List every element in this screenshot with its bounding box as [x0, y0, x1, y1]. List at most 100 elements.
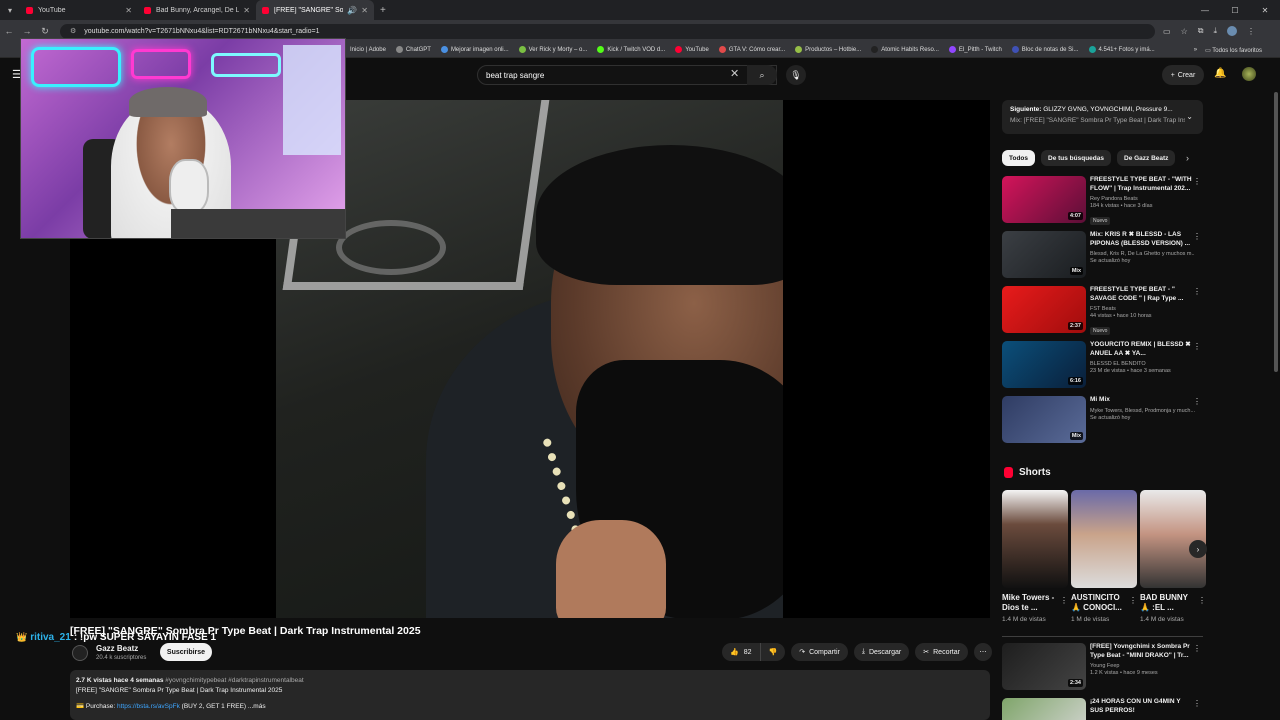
shorts-next-button[interactable]: › — [1189, 540, 1207, 558]
more-vertical-icon[interactable]: ⋮ — [1193, 177, 1201, 186]
bookmark-item[interactable]: 4.541+ Fotos y imá... — [1088, 46, 1155, 53]
list-item[interactable]: 4:07 FREESTYLE TYPE BEAT - "WITH FLOW" |… — [1002, 175, 1207, 228]
more-vertical-icon[interactable]: ⋮ — [1193, 699, 1201, 708]
channel-avatar[interactable] — [72, 645, 88, 661]
channel-name[interactable]: Gazz Beatz — [96, 644, 138, 653]
reload-icon[interactable]: ↻ — [36, 26, 54, 37]
browser-tab-active[interactable]: [FREE] "SANGRE" Sombra P 🔊 ✕ — [256, 0, 374, 20]
speaker-icon[interactable]: 🔊 — [347, 6, 357, 15]
bookmark-item[interactable]: Ver Rick y Morty – o... — [518, 46, 587, 53]
thumbs-up-icon: 👍 — [730, 649, 739, 656]
chip-channel[interactable]: De Gazz Beatz — [1117, 150, 1176, 166]
more-vertical-icon[interactable]: ⋮ — [1193, 232, 1201, 241]
purchase-label: Purchase: — [85, 703, 116, 710]
maximize-icon[interactable]: ☐ — [1220, 0, 1250, 20]
cast-icon[interactable]: ▭ — [1163, 27, 1171, 36]
chevron-right-icon[interactable]: › — [1186, 153, 1189, 163]
close-window-icon[interactable]: ✕ — [1250, 0, 1280, 20]
hashtags[interactable]: #yovngchimitypebeat #darktrapinstrumenta… — [165, 677, 303, 684]
bookmark-star-icon[interactable]: ☆ — [1181, 27, 1188, 36]
list-item[interactable]: 2:37 FREESTYLE TYPE BEAT - " SAVAGE CODE… — [1002, 285, 1207, 338]
video-thumbnail[interactable]: Mix — [1002, 231, 1086, 278]
more-bookmarks-icon[interactable]: » — [1194, 47, 1197, 53]
list-item[interactable]: 2:34 [FREE] Yovngchimi x Sombra Pr Type … — [1002, 642, 1207, 695]
bookmark-item[interactable]: Kick / Twitch VOD d... — [597, 46, 665, 53]
more-vertical-icon[interactable]: ⋮ — [1193, 287, 1201, 296]
extensions-icon[interactable]: ⧉ — [1198, 26, 1204, 36]
profile-avatar[interactable] — [1227, 26, 1237, 36]
tab-search-icon[interactable]: ▾ — [0, 0, 20, 20]
short-thumbnail[interactable] — [1071, 490, 1137, 588]
video-thumbnail[interactable]: 6:16 — [1002, 341, 1086, 388]
close-tab-icon[interactable]: ✕ — [361, 6, 368, 15]
more-vertical-icon[interactable]: ⋮ — [1060, 596, 1068, 605]
short-item[interactable]: AUSTINCITO 🙏 CONOCI... 1 M de vistas ⋮ — [1071, 490, 1137, 623]
bookmark-item[interactable]: Productos – Hotbie... — [795, 46, 861, 53]
bookmark-favicon-icon — [518, 46, 526, 53]
more-vertical-icon[interactable]: ⋮ — [1198, 596, 1206, 605]
notifications-bell-icon[interactable]: 🔔 — [1214, 68, 1226, 79]
browser-menu-icon[interactable]: ⋮ — [1247, 27, 1255, 36]
browser-tab[interactable]: YouTube ✕ — [20, 0, 138, 20]
url-text: youtube.com/watch?v=T2671bNNxu4&list=RDT… — [84, 27, 320, 35]
bookmark-item[interactable]: Atomic Habits Reso... — [871, 46, 939, 53]
minimize-icon[interactable]: — — [1190, 0, 1220, 20]
list-item[interactable]: Mix Mi Mix Myke Towers, Blessd, Prodmonj… — [1002, 395, 1207, 448]
more-actions-button[interactable]: ⋯ — [973, 643, 992, 661]
chip-searches[interactable]: De tus búsquedas — [1041, 150, 1111, 166]
url-field[interactable]: ⚙ youtube.com/watch?v=T2671bNNxu4&list=R… — [60, 23, 1155, 39]
browser-tab[interactable]: Bad Bunny, Arcangel, De La Gh... ✕ — [138, 0, 256, 20]
chip-all[interactable]: Todos — [1002, 150, 1036, 166]
account-avatar[interactable] — [1242, 67, 1256, 81]
description-box[interactable]: 2.7 K vistas hace 4 semanas #yovngchimit… — [70, 670, 990, 720]
bookmark-item[interactable]: Inicio | Adobe — [350, 47, 386, 53]
more-vertical-icon[interactable]: ⋮ — [1129, 596, 1137, 605]
site-info-icon[interactable]: ⚙ — [70, 27, 76, 35]
more-vertical-icon[interactable]: ⋮ — [1193, 397, 1201, 406]
more-vertical-icon[interactable]: ⋮ — [1193, 342, 1201, 351]
bookmark-item[interactable]: Bloc de notas de Si... — [1011, 46, 1079, 53]
video-thumbnail[interactable]: Mix — [1002, 396, 1086, 443]
search-button[interactable]: ⌕ — [747, 65, 777, 85]
downloads-icon[interactable]: ⤓ — [1213, 26, 1217, 36]
video-thumbnail[interactable] — [1002, 698, 1086, 720]
like-button[interactable]: 👍 82 — [722, 643, 761, 661]
more-horizontal-icon: ⋯ — [979, 649, 987, 656]
list-item[interactable]: Mix Mix: KRIS R ✖ BLESSD - LAS PIPONAS (… — [1002, 230, 1207, 283]
all-bookmarks-folder[interactable]: ▭ Todos los favoritos — [1205, 47, 1262, 54]
dislike-button[interactable]: 👎 — [761, 643, 786, 661]
short-thumbnail[interactable] — [1140, 490, 1206, 588]
up-next-panel[interactable]: Siguiente: GLIZZY GVNG, YOVNGCHIMI, Pres… — [1002, 100, 1203, 134]
back-icon[interactable]: ← — [0, 26, 18, 36]
list-item[interactable]: ¡24 HORAS CON UN G4MIN Y SUS PERROS! ⋮ — [1002, 697, 1207, 720]
video-thumbnail[interactable]: 2:34 — [1002, 643, 1086, 690]
clip-button[interactable]: ✂ Recortar — [915, 643, 968, 661]
forward-icon[interactable]: → — [18, 26, 36, 36]
short-item[interactable]: Mike Towers - Dios te ... 1.4 M de vista… — [1002, 490, 1068, 623]
bookmark-item[interactable]: YouTube — [675, 46, 709, 53]
bookmark-item[interactable]: El_Pitth - Twitch — [948, 46, 1002, 53]
chevron-down-icon[interactable]: ⌄ — [1186, 112, 1193, 121]
voice-search-button[interactable]: 🎙 — [786, 65, 806, 85]
close-tab-icon[interactable]: ✕ — [243, 6, 250, 15]
bookmark-item[interactable]: ChatGPT — [395, 46, 431, 53]
description-more[interactable]: (BUY 2, GET 1 FREE) ...más — [182, 703, 266, 710]
page-scrollbar[interactable] — [1274, 92, 1278, 372]
clear-search-icon[interactable]: ✕ — [730, 67, 739, 80]
search-query-text: beat trap sangre — [486, 70, 545, 80]
more-vertical-icon[interactable]: ⋮ — [1193, 644, 1201, 653]
bookmark-item[interactable]: GTA V: Cómo crear... — [718, 46, 785, 53]
bookmark-item[interactable]: Mejorar imagen onli... — [440, 46, 509, 53]
purchase-link[interactable]: https://bsta.rs/avSpFk — [117, 703, 180, 710]
create-button[interactable]: + Crear — [1162, 65, 1204, 85]
video-thumbnail[interactable]: 4:07 — [1002, 176, 1086, 223]
short-thumbnail[interactable] — [1002, 490, 1068, 588]
video-thumbnail[interactable]: 2:37 — [1002, 286, 1086, 333]
close-tab-icon[interactable]: ✕ — [125, 6, 132, 15]
download-button[interactable]: ⤓ Descargar — [853, 643, 910, 661]
new-tab-icon[interactable]: + — [380, 5, 386, 16]
share-button[interactable]: ↷ Compartir — [791, 643, 848, 661]
list-item[interactable]: 6:16 YOGURCITO REMIX | BLESSD ✖ ANUEL AA… — [1002, 340, 1207, 393]
tab-title: YouTube — [38, 6, 66, 14]
subscribe-button[interactable]: Suscribirse — [160, 643, 212, 661]
